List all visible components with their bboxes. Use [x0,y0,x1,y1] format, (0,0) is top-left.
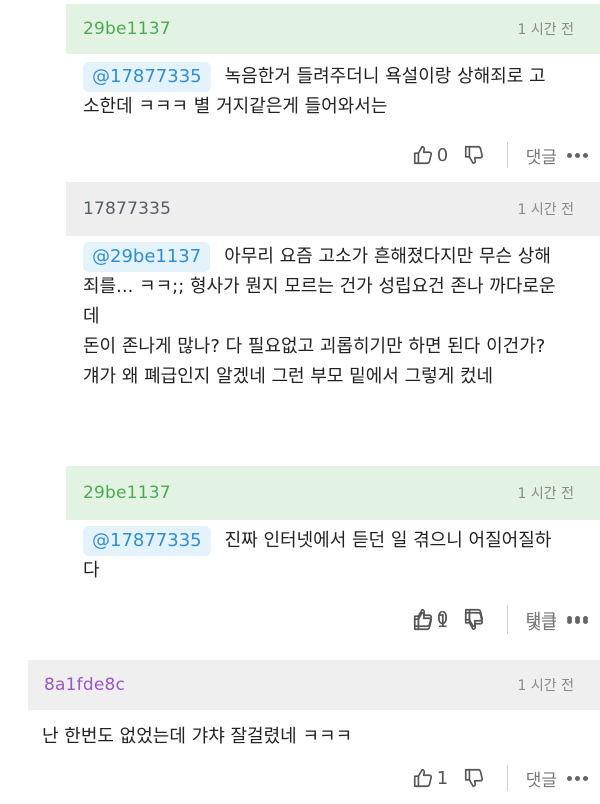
comment-header: 29be1137 1 시간 전 [66,466,600,520]
thumbs-down-icon [464,768,483,788]
reply-button[interactable]: 댓글 [526,143,557,168]
more-dots-icon[interactable] [567,615,588,621]
comment-author[interactable]: 29be1137 [83,483,171,503]
reply-button[interactable]: 댓글 [526,606,557,631]
like-button[interactable]: 0 [412,607,451,629]
thumbs-down-icon [464,608,483,628]
comment-text: 소한데 ㅋㅋㅋ 별 거지같은게 들어와서는 [83,96,388,117]
comment-text: 돈이 존나게 많나? 다 필요없고 괴롭히기만 하면 된다 이건가? [83,336,546,357]
mention-tag[interactable]: @17877335 [83,526,211,556]
comment-top-level: 8a1fde8c 1 시간 전 난 한번도 없었는데 갸챠 잘걸렸네 ㅋㅋㅋ 1… [28,660,600,804]
comment-text: 걔가 왜 폐급인지 알겠네 그런 부모 밑에서 그렇게 컸네 [83,366,494,387]
comment-actions: 0 댓글 [412,603,588,633]
comment-header: 29be1137 1 시간 전 [66,4,600,54]
comment-reply: 29be1137 1 시간 전 @17877335 진짜 인터넷에서 듣던 일 겪… [66,466,600,650]
comment-actions: 0 댓글 [412,140,588,170]
comment-text: 다 [83,560,100,581]
comment-text: 데 [83,306,100,327]
more-dots-icon[interactable] [567,152,588,158]
comment-time: 1 시간 전 [517,486,574,502]
comment-header: 8a1fde8c 1 시간 전 [28,660,600,710]
like-button[interactable]: 1 [412,767,451,789]
comment-reply: 17877335 1 시간 전 @29be1137 아무리 요즘 고소가 흔해졌다… [66,182,600,634]
thumbs-up-icon [413,145,432,165]
mention-tag[interactable]: @29be1137 [83,242,211,272]
comment-body: @29be1137 아무리 요즘 고소가 흔해졌다지만 무슨 상해 죄를... ㅋ… [83,242,586,392]
dislike-button[interactable] [463,767,485,789]
dislike-button[interactable] [463,607,485,629]
divider [506,765,508,791]
thumbs-up-icon [413,608,432,628]
comment-body: @17877335 녹음한거 들려주더니 욕설이랑 상해죄로 고 소한데 ㅋㅋㅋ … [83,62,586,122]
mention-tag[interactable]: @17877335 [83,62,211,92]
comment-text: 난 한번도 없었는데 갸챠 잘걸렸네 ㅋㅋㅋ [42,726,353,747]
comment-actions: 1 댓글 [412,763,588,793]
comment-text: 진짜 인터넷에서 듣던 일 겪으니 어질어질하 [224,530,552,551]
comment-time: 1 시간 전 [517,22,574,38]
thumbs-up-icon [413,768,432,788]
like-count: 0 [436,144,449,166]
comment-author[interactable]: 29be1137 [83,19,171,39]
comment-author[interactable]: 17877335 [83,199,171,219]
like-count: 0 [436,607,449,629]
like-button[interactable]: 0 [412,144,451,166]
comment-author[interactable]: 8a1fde8c [44,675,125,695]
comment-body: @17877335 진짜 인터넷에서 듣던 일 겪으니 어질어질하 다 [83,526,586,586]
comment-text: 죄를... ㅋㅋ;; 형사가 뭔지 모르는 건가 성립요건 존나 까다로운 [83,276,556,297]
comment-header: 17877335 1 시간 전 [66,182,600,236]
comment-time: 1 시간 전 [517,202,574,218]
reply-button[interactable]: 댓글 [526,766,557,791]
dislike-button[interactable] [463,144,485,166]
comment-reply: 29be1137 1 시간 전 @17877335 녹음한거 들려주더니 욕설이랑… [66,0,600,176]
divider [506,142,508,168]
comment-text: 녹음한거 들려주더니 욕설이랑 상해죄로 고 [224,66,546,87]
comment-body: 난 한번도 없었는데 갸챠 잘걸렸네 ㅋㅋㅋ [42,722,586,752]
more-dots-icon[interactable] [567,775,588,781]
thumbs-down-icon [464,145,483,165]
divider [506,605,508,631]
comment-text: 아무리 요즘 고소가 흔해졌다지만 무슨 상해 [224,246,551,267]
like-count: 1 [436,767,449,789]
comment-time: 1 시간 전 [517,678,574,694]
